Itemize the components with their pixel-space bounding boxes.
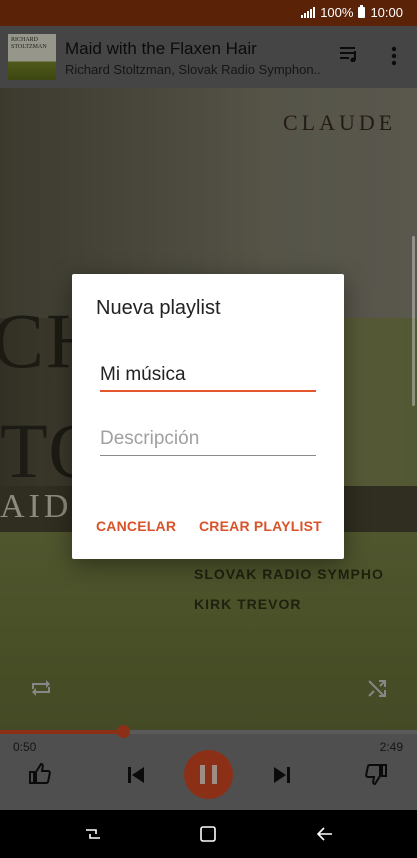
- playlist-description-input[interactable]: [100, 426, 316, 456]
- battery-icon: [358, 5, 366, 18]
- status-icons: 100% 10:00: [301, 5, 403, 20]
- create-playlist-button[interactable]: CREAR PLAYLIST: [199, 518, 322, 534]
- signal-icon: [301, 7, 316, 18]
- battery-percent: 100%: [320, 5, 354, 20]
- recent-apps-icon[interactable]: [84, 826, 102, 842]
- cancel-button[interactable]: CANCELAR: [96, 518, 176, 534]
- phone-screen: 100% 10:00 RICHARD STOLTZMAN Maid with t…: [0, 0, 417, 858]
- edge-panel-handle[interactable]: [412, 236, 415, 406]
- playlist-description-field-wrapper: [100, 426, 316, 456]
- new-playlist-dialog: Nueva playlist CANCELAR CREAR PLAYLIST: [72, 274, 344, 559]
- playlist-name-input[interactable]: [100, 362, 316, 392]
- playlist-name-field-wrapper: [100, 362, 316, 392]
- back-icon[interactable]: [316, 826, 334, 842]
- dialog-title: Nueva playlist: [96, 297, 221, 319]
- home-icon[interactable]: [199, 825, 217, 843]
- status-bar: 100% 10:00: [0, 0, 417, 26]
- navigation-bar: [0, 810, 417, 858]
- clock: 10:00: [370, 5, 403, 20]
